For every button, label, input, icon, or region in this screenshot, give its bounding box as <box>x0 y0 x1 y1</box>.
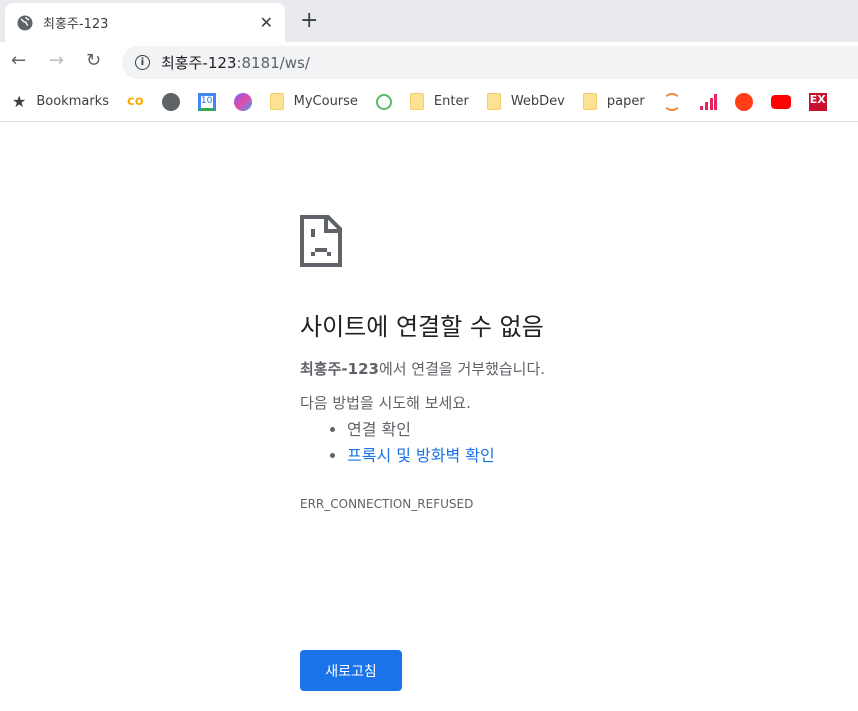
star-icon: ★ <box>12 92 27 111</box>
suggestion-check-connection: 연결 확인 <box>347 417 820 443</box>
calendar-icon: 10 <box>197 92 216 111</box>
bookmark-orange-arc[interactable] <box>662 92 681 111</box>
suggestion-list: 연결 확인 프록시 및 방화벽 확인 <box>347 417 820 469</box>
youtube-icon <box>770 94 791 109</box>
bar-chart-icon <box>699 93 717 110</box>
new-tab-button[interactable]: + <box>300 8 318 33</box>
folder-icon <box>486 93 501 110</box>
bookmark-globe[interactable] <box>161 92 180 111</box>
red-circle-icon <box>734 92 753 111</box>
bookmark-bar-chart[interactable] <box>699 93 717 110</box>
info-icon[interactable]: i <box>135 55 150 70</box>
reload-button[interactable]: ↻ <box>86 50 101 71</box>
url-text: 최홍주-123:8181/ws/ <box>161 54 310 72</box>
bookmark-enter[interactable]: Enter <box>409 93 469 110</box>
bookmark-bookmarks[interactable]: ★ Bookmarks <box>12 92 109 111</box>
bookmark-youtube[interactable] <box>770 94 791 109</box>
bookmark-paper[interactable]: paper <box>582 93 645 110</box>
error-code: ERR_CONNECTION_REFUSED <box>300 497 474 511</box>
green-clock-icon <box>375 93 392 110</box>
orange-arc-icon <box>662 92 681 111</box>
tab-title: 최홍주-123 <box>43 17 109 32</box>
colab-icon: co <box>126 94 144 109</box>
reload-page-button[interactable]: 새로고침 <box>300 650 402 691</box>
globe-icon <box>17 15 33 30</box>
folder-icon <box>269 93 284 110</box>
bookmark-red-circle[interactable] <box>734 92 753 111</box>
folder-icon <box>582 93 597 110</box>
bookmark-mycourse[interactable]: MyCourse <box>269 93 358 110</box>
folder-icon <box>409 93 424 110</box>
error-content: 사이트에 연결할 수 없음 최홍주-123에서 연결을 거부했습니다. 다음 방… <box>300 215 820 511</box>
error-heading: 사이트에 연결할 수 없음 <box>300 313 544 341</box>
error-message: 최홍주-123에서 연결을 거부했습니다. <box>300 360 546 378</box>
toolbar: ← → ↻ i 최홍주-123:8181/ws/ <box>0 42 858 82</box>
try-text: 다음 방법을 시도해 보세요. <box>300 394 471 412</box>
back-button[interactable]: ← <box>11 50 26 71</box>
bookmarks-bar: ★ Bookmarks co 10 MyCourse Enter WebDev p… <box>0 82 858 122</box>
ex-icon: EX <box>808 92 827 111</box>
bookmark-colab[interactable]: co <box>127 94 144 109</box>
bookmark-ex[interactable]: EX <box>808 92 827 111</box>
suggestion-proxy-firewall: 프록시 및 방화벽 확인 <box>347 443 820 469</box>
copilot-icon <box>233 92 252 111</box>
bookmark-calendar[interactable]: 10 <box>197 92 216 111</box>
proxy-firewall-link[interactable]: 프록시 및 방화벽 확인 <box>347 446 495 465</box>
bookmark-copilot[interactable] <box>233 92 252 111</box>
globe-icon <box>161 92 180 111</box>
forward-button[interactable]: → <box>49 50 64 71</box>
tab-strip: 최홍주-123 ✕ + <box>0 0 858 42</box>
address-bar[interactable]: i 최홍주-123:8181/ws/ <box>122 46 858 79</box>
close-tab-icon[interactable]: ✕ <box>260 13 273 32</box>
sad-page-icon <box>300 215 342 267</box>
active-tab[interactable]: 최홍주-123 ✕ <box>5 3 285 42</box>
bookmark-green-clock[interactable] <box>375 93 392 110</box>
bookmark-webdev[interactable]: WebDev <box>486 93 565 110</box>
